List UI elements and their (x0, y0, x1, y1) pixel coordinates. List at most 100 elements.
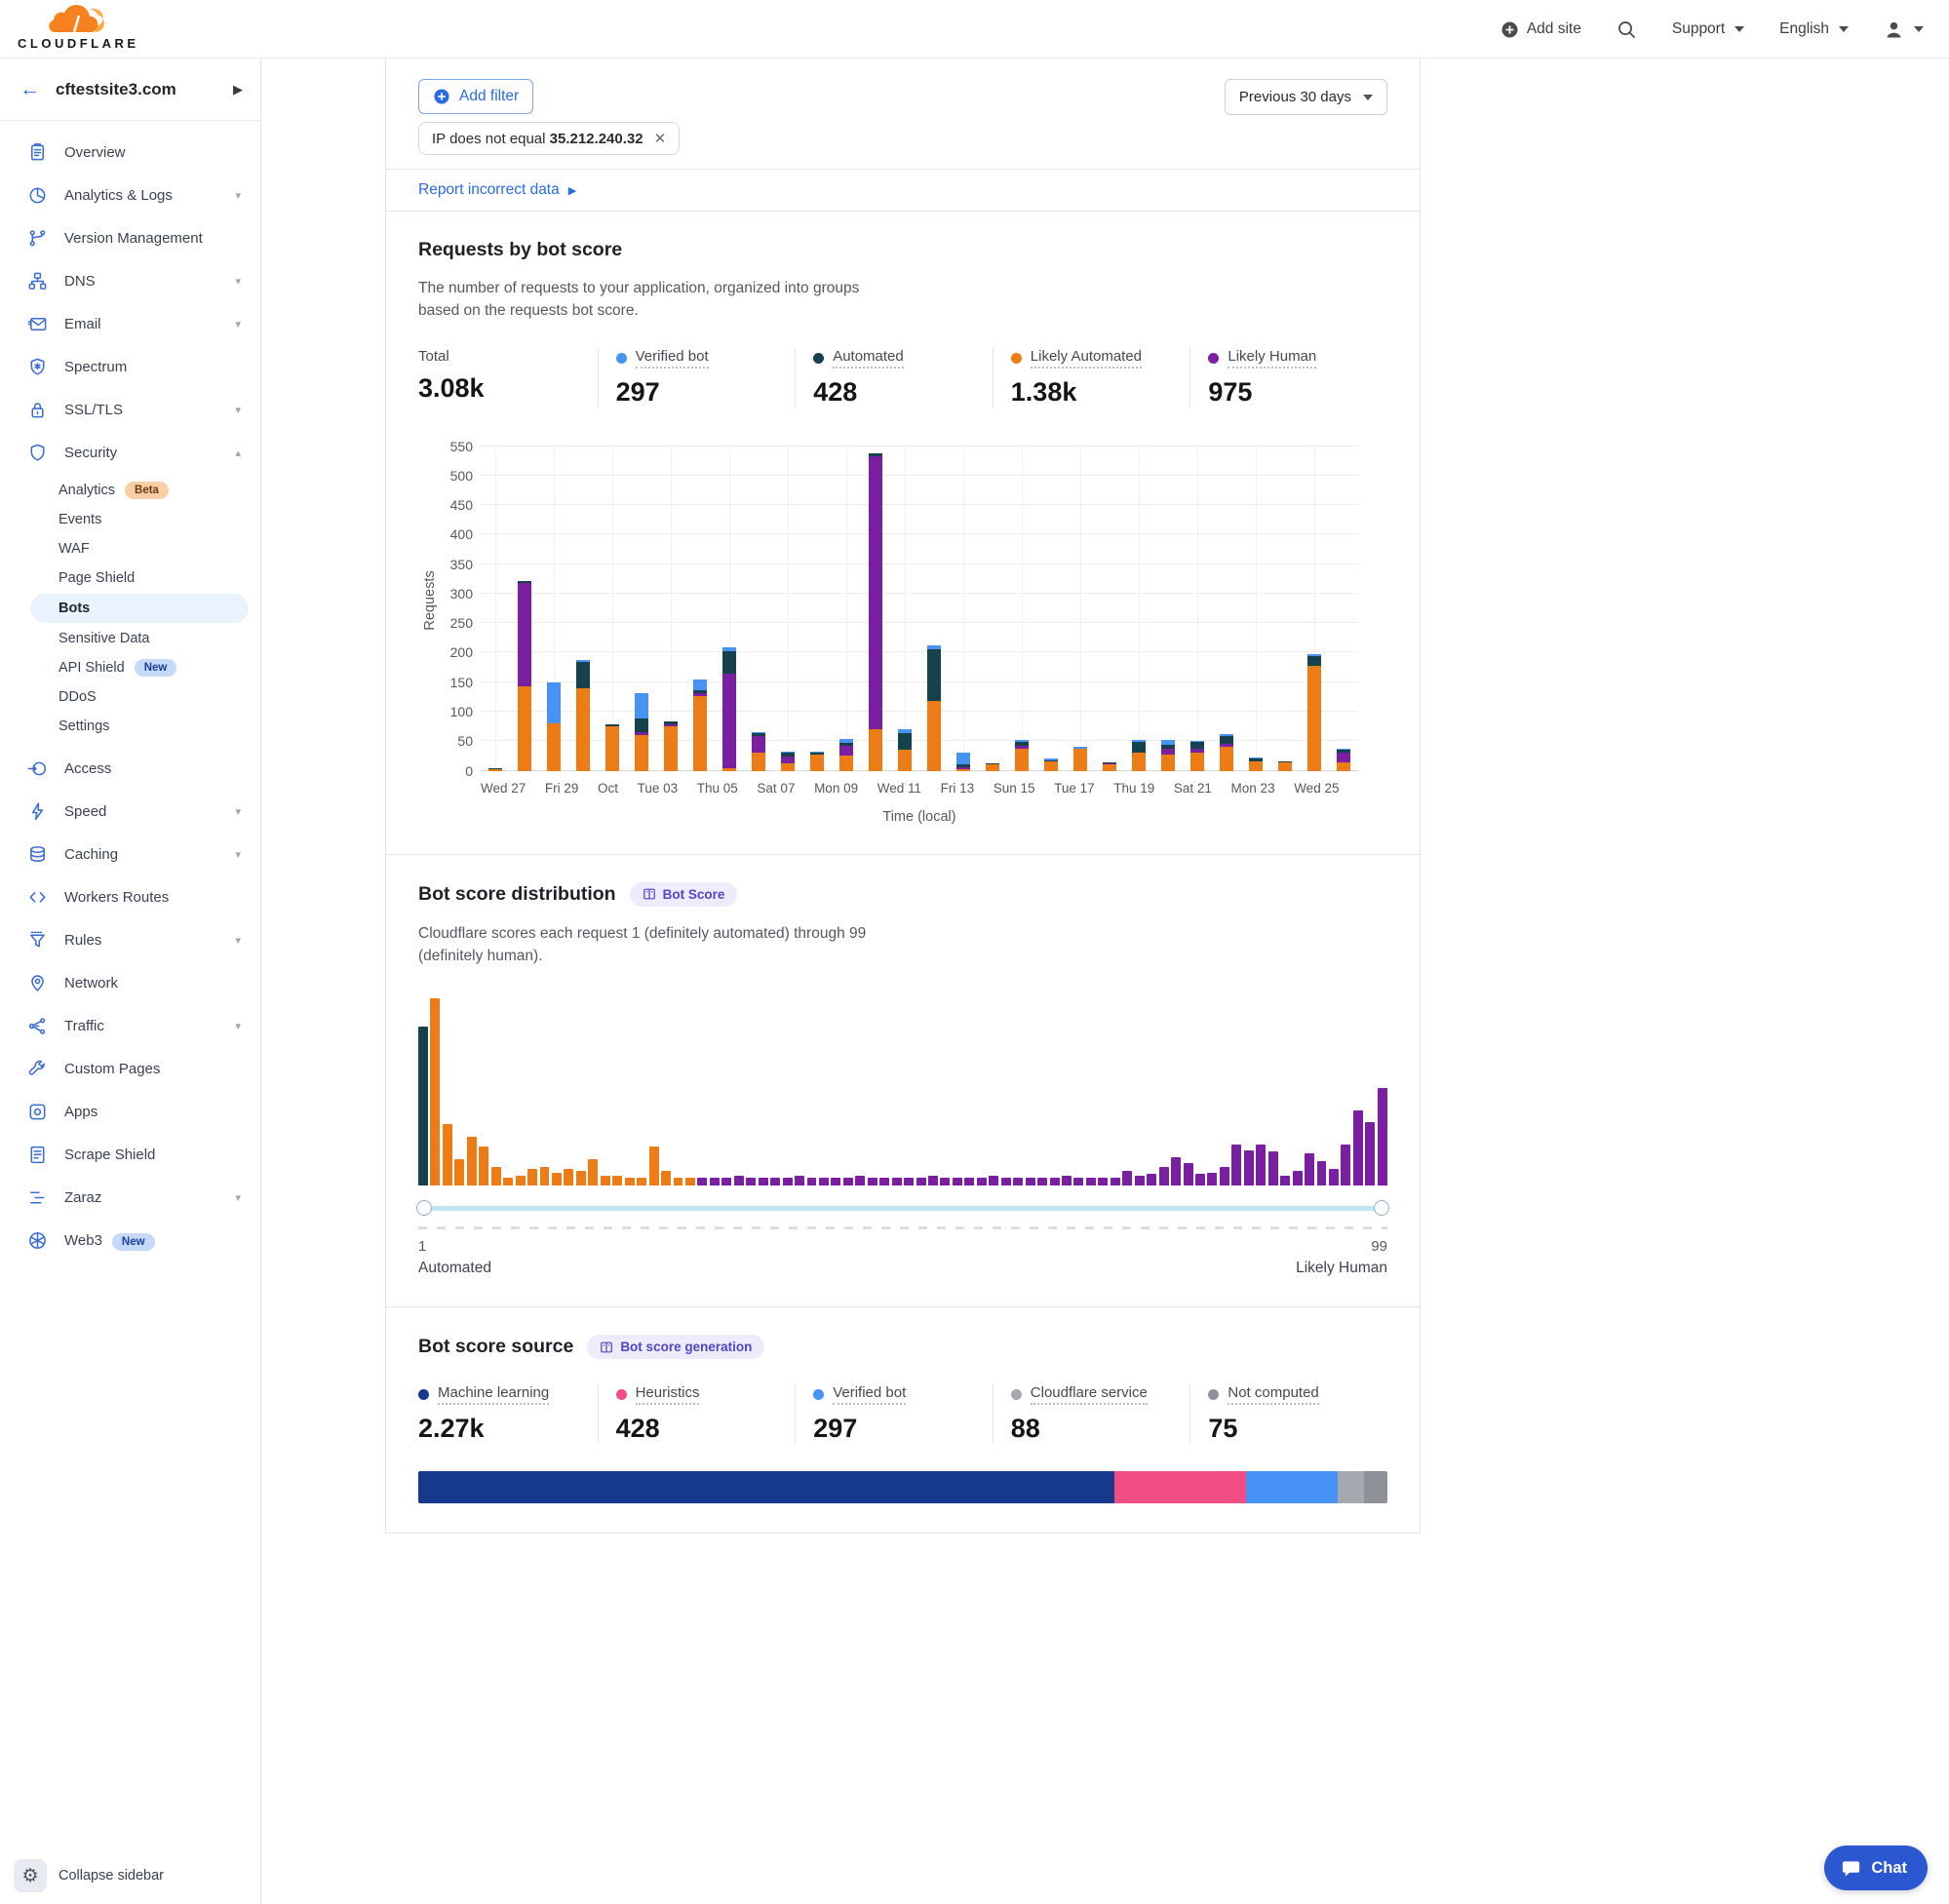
slider-track[interactable] (418, 1206, 1387, 1211)
main-content: Add filter IP does not equal 35.212.240.… (262, 58, 1949, 1904)
distribution-bar (1256, 1145, 1266, 1185)
back-arrow-icon[interactable]: ← (19, 78, 40, 101)
stat-label[interactable]: Likely Automated (1011, 348, 1190, 369)
sidebar-item-analytics[interactable]: AnalyticsBeta (0, 476, 260, 505)
search-button[interactable] (1617, 19, 1637, 40)
sidebar-item-apps[interactable]: Apps (0, 1090, 260, 1133)
sidebar-item-spectrum[interactable]: Spectrum (0, 345, 260, 388)
source-segment-machine-learning (418, 1471, 1114, 1503)
bar-segment-verified-bot (635, 693, 648, 719)
distribution-bar (928, 1176, 938, 1185)
support-menu[interactable]: Support (1672, 20, 1744, 38)
stat-label[interactable]: Total (418, 348, 598, 365)
sidebar-item-ssl-tls[interactable]: SSL/TLS▾ (0, 388, 260, 431)
sidebar-item-workers-routes[interactable]: Workers Routes (0, 875, 260, 918)
bar-segment-likely-human (839, 746, 853, 756)
account-menu[interactable] (1884, 19, 1924, 40)
site-selector[interactable]: ← cftestsite3.com ▶ (0, 58, 260, 121)
sidebar-item-speed[interactable]: Speed▾ (0, 790, 260, 833)
distribution-bar (1207, 1173, 1217, 1185)
sidebar-item-zaraz[interactable]: Zaraz▾ (0, 1176, 260, 1219)
bar-segment-automated (576, 662, 590, 688)
distribution-bar (564, 1169, 573, 1185)
chevron-down-icon[interactable]: ▾ (235, 848, 241, 861)
bot-score-badge[interactable]: Bot Score (630, 882, 738, 907)
x-tick-label (526, 781, 545, 796)
sidebar-item-version-management[interactable]: Version Management (0, 216, 260, 259)
chevron-down-icon[interactable]: ▾ (235, 934, 241, 947)
stat-label[interactable]: Automated (813, 348, 993, 369)
filter-bar: Add filter IP does not equal 35.212.240.… (386, 58, 1420, 169)
chevron-right-icon[interactable]: ▶ (233, 82, 243, 97)
sidebar-item-web3[interactable]: Web3New (0, 1219, 260, 1262)
date-range-dropdown[interactable]: Previous 30 days (1225, 79, 1387, 115)
close-icon[interactable]: ✕ (654, 130, 667, 147)
collapse-sidebar-button[interactable]: ⚙ Collapse sidebar (14, 1859, 164, 1892)
bot-score-generation-badge[interactable]: Bot score generation (587, 1335, 764, 1359)
distribution-bar (625, 1178, 635, 1185)
sidebar-item-bots[interactable]: Bots (30, 594, 249, 623)
chat-button[interactable]: Chat (1824, 1846, 1928, 1890)
chevron-down-icon[interactable]: ▾ (235, 1191, 241, 1204)
add-filter-button[interactable]: Add filter (418, 79, 533, 114)
legend-dot-icon (1208, 353, 1219, 364)
slider-handle-min[interactable] (416, 1200, 432, 1216)
add-site-button[interactable]: Add site (1501, 20, 1581, 39)
sidebar-item-events[interactable]: Events (0, 505, 260, 534)
sidebar-item-settings[interactable]: Settings (0, 712, 260, 741)
distribution-bar (661, 1171, 671, 1185)
sidebar-item-traffic[interactable]: Traffic▾ (0, 1004, 260, 1047)
login-icon (27, 758, 48, 779)
cloudflare-logo[interactable]: CLOUDFLARE (18, 3, 135, 51)
sidebar-item-waf[interactable]: WAF (0, 534, 260, 563)
x-tick-label: Tue 17 (1054, 781, 1095, 796)
stat-label[interactable]: Verified bot (616, 348, 796, 369)
sidebar-item-dns[interactable]: DNS▾ (0, 259, 260, 302)
stat-label[interactable]: Not computed (1208, 1384, 1387, 1405)
y-tick-label: 300 (436, 586, 473, 602)
badge-label: Bot Score (663, 887, 725, 902)
sidebar-item-email[interactable]: Email▾ (0, 302, 260, 345)
sidebar-item-access[interactable]: Access (0, 747, 260, 790)
distribution-bar (1353, 1110, 1363, 1185)
chevron-down-icon[interactable]: ▾ (235, 1020, 241, 1032)
slider-handle-max[interactable] (1374, 1200, 1389, 1216)
distribution-bar (1001, 1178, 1011, 1185)
chevron-down-icon[interactable]: ▾ (235, 275, 241, 288)
chevron-down-icon[interactable]: ▾ (235, 318, 241, 330)
sidebar-item-overview[interactable]: Overview (0, 131, 260, 174)
language-menu[interactable]: English (1779, 20, 1849, 38)
distribution-bar (674, 1178, 683, 1185)
sidebar-item-api-shield[interactable]: API ShieldNew (0, 653, 260, 682)
x-tick-label (678, 781, 697, 796)
gear-icon[interactable]: ⚙ (14, 1859, 47, 1892)
stat-label[interactable]: Heuristics (616, 1384, 796, 1405)
bar-segment-likely-automated (1337, 762, 1350, 770)
chevron-up-icon[interactable]: ▴ (235, 447, 241, 459)
sidebar-item-sensitive-data[interactable]: Sensitive Data (0, 624, 260, 653)
x-tick-label: Mon 09 (814, 781, 858, 796)
stat-cloudflare-service: Cloudflare service88 (993, 1384, 1190, 1444)
sidebar-item-analytics-logs[interactable]: Analytics & Logs▾ (0, 174, 260, 216)
sidebar-item-caching[interactable]: Caching▾ (0, 833, 260, 875)
distribution-bar (1050, 1178, 1060, 1185)
sidebar-item-page-shield[interactable]: Page Shield (0, 563, 260, 593)
report-incorrect-data-link[interactable]: Report incorrect data ▶ (386, 169, 1420, 212)
stat-label[interactable]: Likely Human (1208, 348, 1387, 369)
sidebar-item-ddos[interactable]: DDoS (0, 682, 260, 712)
filter-chip[interactable]: IP does not equal 35.212.240.32 ✕ (418, 122, 680, 155)
stat-label[interactable]: Machine learning (418, 1384, 598, 1405)
sidebar-item-scrape-shield[interactable]: Scrape Shield (0, 1133, 260, 1176)
sidebar-item-security[interactable]: Security▴ (0, 431, 260, 474)
chevron-down-icon[interactable]: ▾ (235, 805, 241, 818)
slider-ticks (418, 1226, 1387, 1229)
sidebar-item-rules[interactable]: Rules▾ (0, 918, 260, 961)
stat-label[interactable]: Cloudflare service (1011, 1384, 1190, 1405)
chevron-down-icon[interactable]: ▾ (235, 404, 241, 416)
stat-label[interactable]: Verified bot (813, 1384, 993, 1405)
bar-segment-likely-automated (635, 735, 648, 770)
sidebar-item-custom-pages[interactable]: Custom Pages (0, 1047, 260, 1090)
sidebar-item-network[interactable]: Network (0, 961, 260, 1004)
chevron-down-icon[interactable]: ▾ (235, 189, 241, 202)
stacked-bar (1161, 740, 1175, 770)
